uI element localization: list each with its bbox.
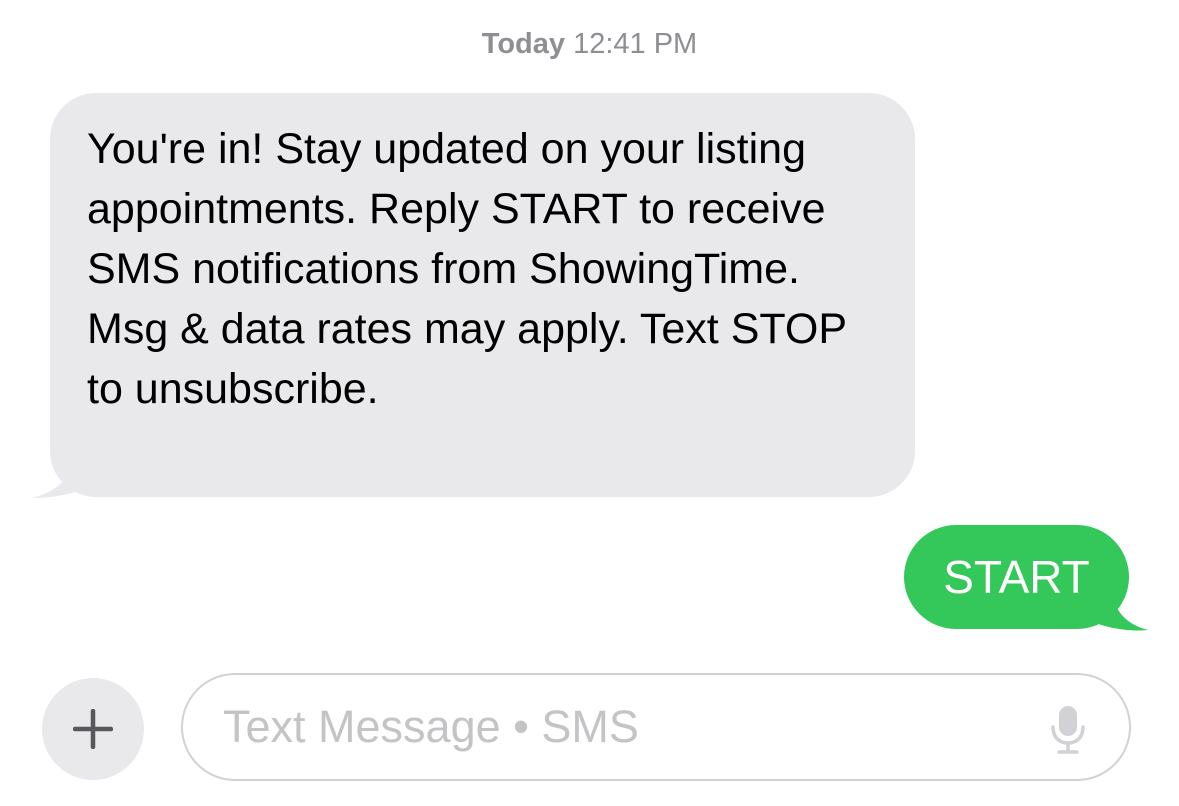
message-timestamp: Today 12:41 PM (0, 28, 1179, 61)
received-message-bubble[interactable]: You're in! Stay updated on your listing … (50, 93, 915, 497)
add-attachment-button[interactable] (42, 678, 144, 780)
message-input-placeholder: Text Message • SMS (223, 701, 639, 752)
message-input[interactable]: Text Message • SMS (181, 673, 1131, 781)
received-message-text: You're in! Stay updated on your listing … (87, 125, 847, 413)
messages-screen: Today 12:41 PM You're in! Stay updated o… (0, 0, 1179, 806)
sent-message-text: START (943, 551, 1090, 603)
sent-message-bubble[interactable]: START (904, 525, 1129, 629)
timestamp-day: Today (481, 28, 566, 60)
plus-icon (73, 709, 113, 749)
timestamp-time: 12:41 PM (573, 28, 698, 60)
microphone-icon[interactable] (1051, 705, 1085, 755)
